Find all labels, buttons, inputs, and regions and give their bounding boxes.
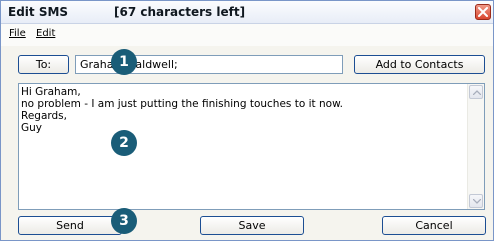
message-line: Hi Graham, [21,86,81,98]
callout-badge-3: 3 [111,208,137,234]
to-button[interactable]: To: [18,55,69,74]
window-title: Edit SMS [8,5,69,19]
chevron-up-icon [473,90,481,95]
callout-badge-2: 2 [111,130,137,156]
characters-left-counter: [67 characters left] [114,5,246,19]
send-button[interactable]: Send [18,216,122,235]
menu-edit[interactable]: Edit [36,28,55,39]
scroll-down-button[interactable] [469,194,483,208]
chevron-down-icon [473,199,481,204]
message-line: Regards, [21,110,67,122]
edit-sms-window: Edit SMS [67 characters left] File Edit … [0,0,494,241]
message-line: no problem - I am just putting the finis… [21,98,344,110]
message-text: Hi Graham, no problem - I am just puttin… [21,86,466,134]
vertical-scrollbar[interactable] [467,84,484,209]
message-textarea[interactable]: Hi Graham, no problem - I am just puttin… [18,83,485,210]
menu-edit-label: Edit [36,28,56,39]
close-button[interactable] [475,4,491,20]
close-icon [478,7,488,17]
title-bar[interactable]: Edit SMS [67 characters left] [1,1,493,24]
cancel-button[interactable]: Cancel [382,216,486,235]
save-button[interactable]: Save [200,216,304,235]
menu-file-label: File [9,28,26,39]
message-line: Guy [21,122,43,134]
menu-bar: File Edit [1,24,493,46]
scroll-up-button[interactable] [469,85,483,99]
callout-badge-1: 1 [111,49,137,75]
menu-file[interactable]: File [9,28,26,39]
add-to-contacts-button[interactable]: Add to Contacts [354,55,485,74]
